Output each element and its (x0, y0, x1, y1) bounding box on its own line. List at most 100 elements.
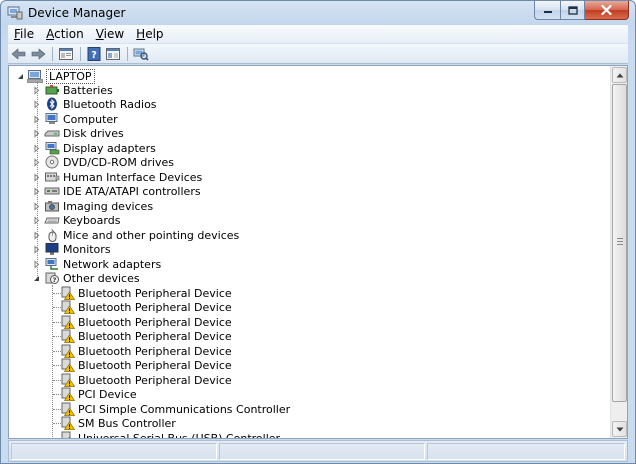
tree-item-human-interface-devices[interactable]: Human Interface Devices (32, 170, 202, 184)
help-icon: ? (87, 46, 101, 61)
tree-item-label: SM Bus Controller (78, 416, 176, 430)
menu-bar: File Action View Help (8, 25, 628, 44)
tree-item-label: Computer (63, 112, 118, 126)
tree-item-other-device[interactable]: Bluetooth Peripheral Device (59, 329, 232, 343)
keyboard-icon (44, 217, 60, 224)
tree-root-label: LAPTOP (46, 68, 95, 84)
expand-arrow-icon (34, 244, 40, 254)
expand-arrow-icon (34, 186, 40, 196)
computer-icon (45, 113, 58, 124)
hid-icon (45, 172, 60, 182)
close-icon (601, 5, 612, 15)
vertical-scrollbar[interactable] (610, 66, 627, 438)
warning-device-icon (61, 315, 75, 329)
tree-item-label: Bluetooth Peripheral Device (78, 300, 232, 314)
warning-device-icon (61, 373, 75, 387)
tree-item-label: Network adapters (63, 257, 162, 271)
computer-icon (27, 70, 43, 83)
close-button[interactable] (585, 1, 629, 20)
show-hide-pane-button[interactable] (104, 45, 122, 63)
warning-device-icon (61, 402, 75, 416)
tree-item-other-device[interactable]: Bluetooth Peripheral Device (59, 286, 232, 300)
tree-item-computer[interactable]: Computer (32, 112, 118, 126)
tree-item-display-adapters[interactable]: Display adapters (32, 141, 156, 155)
tree-item-other-device[interactable]: PCI Device (59, 387, 137, 401)
device-tree: LAPTOP Batteries Bluetooth Radios Comput… (9, 66, 611, 438)
tree-item-label: Monitors (63, 242, 111, 256)
tree-item-label: Human Interface Devices (63, 170, 203, 184)
tree-root-laptop[interactable]: LAPTOP (16, 68, 95, 84)
properties-button[interactable] (57, 45, 75, 63)
tree-item-other-devices[interactable]: ? Other devices (32, 271, 140, 285)
battery-icon (45, 85, 59, 95)
device-manager-app-icon (7, 6, 23, 20)
scrollbar-thumb[interactable] (612, 84, 627, 402)
status-segment (11, 443, 217, 460)
scrollbar-grip (617, 244, 623, 245)
warning-device-icon (61, 431, 71, 438)
tree-item-monitors[interactable]: Monitors (32, 242, 111, 256)
tree-item-label: Bluetooth Peripheral Device (78, 373, 232, 387)
tree-item-other-device[interactable]: Bluetooth Peripheral Device (59, 300, 232, 314)
tree-item-mice-pointing-devices[interactable]: Mice and other pointing devices (32, 228, 239, 242)
tree-item-batteries[interactable]: Batteries (32, 83, 113, 97)
scrollbar-grip (617, 238, 623, 239)
tree-item-label: Bluetooth Peripheral Device (78, 329, 232, 343)
tree-item-label: Bluetooth Peripheral Device (78, 286, 232, 300)
back-button[interactable] (10, 45, 28, 63)
maximize-icon (567, 5, 578, 15)
tree-item-label: Keyboards (63, 213, 121, 227)
tree-item-other-device[interactable]: Bluetooth Peripheral Device (59, 373, 232, 387)
forward-arrow-icon (31, 47, 46, 60)
scan-hardware-button[interactable] (132, 45, 150, 63)
expand-arrow-icon (34, 114, 40, 124)
tree-item-other-device[interactable]: Bluetooth Peripheral Device (59, 358, 232, 372)
show-hide-pane-icon (106, 47, 120, 60)
device-tree-panel: LAPTOP Batteries Bluetooth Radios Comput… (8, 65, 628, 439)
tree-item-other-device[interactable]: PCI Simple Communications Controller (59, 402, 290, 416)
tree-item-other-device[interactable]: SM Bus Controller (59, 416, 176, 430)
tree-item-other-device[interactable]: Universal Serial Bus (USB) Controller (59, 431, 280, 438)
expand-arrow-icon (34, 172, 40, 182)
minimize-button[interactable] (534, 1, 560, 20)
title-bar[interactable]: Device Manager (1, 1, 635, 25)
svg-text:?: ? (53, 276, 57, 284)
scroll-up-arrow-icon (616, 73, 623, 77)
tree-item-label: Disk drives (63, 126, 124, 140)
tree-item-label: Mice and other pointing devices (63, 228, 240, 242)
tree-item-other-device[interactable]: Bluetooth Peripheral Device (59, 315, 232, 329)
tree-item-label: DVD/CD-ROM drives (63, 155, 174, 169)
caption-buttons (534, 1, 629, 20)
forward-button[interactable] (29, 45, 47, 63)
expand-arrow-icon (34, 99, 40, 109)
expand-arrow-icon (34, 157, 40, 167)
scroll-down-button[interactable] (612, 421, 627, 437)
tree-item-disk-drives[interactable]: Disk drives (32, 126, 124, 140)
tree-item-network-adapters[interactable]: Network adapters (32, 257, 161, 271)
tree-item-imaging-devices[interactable]: Imaging devices (32, 199, 153, 213)
tree-item-label: Batteries (63, 83, 113, 97)
scrollbar-grip (617, 241, 623, 242)
help-button[interactable]: ? (85, 45, 103, 63)
menu-help[interactable]: Help (130, 27, 169, 41)
status-bar (8, 440, 628, 462)
tree-item-keyboards[interactable]: Keyboards (32, 213, 120, 227)
tree-guide-line (52, 285, 53, 438)
menu-view[interactable]: View (90, 27, 130, 41)
maximize-button[interactable] (560, 1, 585, 20)
tree-item-ide-ata-atapi-controllers[interactable]: IDE ATA/ATAPI controllers (32, 184, 201, 198)
menu-file[interactable]: File (8, 27, 40, 41)
display-adapter-icon (45, 142, 60, 155)
warning-device-icon (61, 416, 75, 430)
scroll-up-button[interactable] (612, 67, 627, 83)
warning-device-icon (61, 387, 75, 401)
toolbar: ? (8, 44, 628, 64)
tree-item-bluetooth-radios[interactable]: Bluetooth Radios (32, 97, 157, 111)
network-adapter-icon (45, 258, 58, 270)
menu-action[interactable]: Action (40, 27, 90, 41)
device-manager-window: Device Manager File Action View Help ? L… (0, 0, 636, 464)
bluetooth-icon (47, 97, 57, 111)
tree-item-dvd-cd-rom-drives[interactable]: DVD/CD-ROM drives (32, 155, 174, 169)
expand-arrow-icon (34, 201, 40, 211)
tree-item-other-device[interactable]: Bluetooth Peripheral Device (59, 344, 232, 358)
